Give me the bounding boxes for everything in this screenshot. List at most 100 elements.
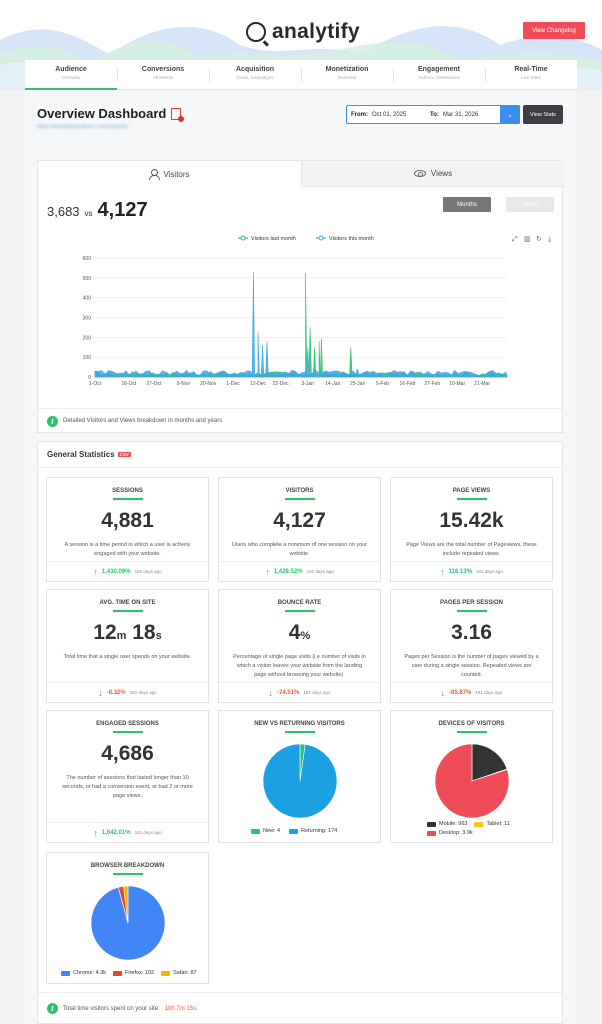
tab-real-time[interactable]: Real-Time Live Stats: [485, 60, 577, 89]
tab-subtitle: Goals, Campaigns: [236, 75, 274, 80]
chart-note: i Detailed Visitors and Views breakdown …: [38, 408, 562, 433]
user-icon: [149, 169, 161, 180]
pie-slice-returning[interactable]: [262, 743, 338, 819]
time-note-value: 10h 7m 15s.: [164, 1005, 198, 1012]
stat-card-bounce-rate: BOUNCE RATE 4% Percentage of single page…: [218, 589, 381, 703]
site-url[interactable]: https://analytifywpdemo.com/analytify: [37, 124, 128, 130]
x-tick-label: 21-Mar: [474, 381, 490, 387]
info-icon: i: [47, 1003, 58, 1014]
arrow-up-icon: ↑: [440, 566, 445, 577]
date-range-picker[interactable]: From: Oct 01, 2025 To: Mar 31, 2026: [346, 105, 520, 124]
general-statistics-card: General Statistics CSV SESSIONS 4,881 A …: [37, 441, 563, 1024]
stat-card-devices: DEVICES OF VISITORS Mobile: 963 Tablet: …: [390, 710, 553, 843]
chevron-down-icon[interactable]: ⌄: [500, 105, 520, 124]
legend-swatch: [61, 970, 70, 976]
arrow-up-icon: ↑: [93, 827, 98, 838]
to-date[interactable]: Mar 31, 2026: [443, 112, 478, 118]
pdf-export-icon[interactable]: [171, 107, 185, 122]
stat-period: 181 days ago: [134, 569, 162, 574]
arrow-down-icon: ↓: [98, 687, 103, 698]
arrow-down-icon: ↓: [268, 687, 274, 698]
view-changelog-button[interactable]: View Changelog: [523, 22, 585, 39]
stat-value: 4,127: [273, 509, 326, 532]
view-stats-button[interactable]: View Stats: [523, 105, 563, 124]
chart-legend: Visitors last month Visitors this month: [238, 235, 374, 242]
general-statistics-title: General Statistics: [47, 450, 115, 459]
stat-label: DEVICES OF VISITORS: [438, 721, 505, 727]
chart-series: [94, 271, 508, 378]
tab-acquisition[interactable]: Acquisition Goals, Campaigns: [209, 60, 301, 89]
x-tick-label: 1-Oct: [89, 381, 102, 387]
refresh-icon[interactable]: ↻: [536, 236, 542, 243]
legend-label[interactable]: Visitors last month: [251, 236, 296, 242]
bar-chart-icon[interactable]: ▥: [524, 236, 531, 243]
download-icon[interactable]: ⤓: [548, 236, 551, 243]
legend-mobile: Mobile: 963: [439, 821, 468, 827]
legend-label[interactable]: Visitors this month: [329, 236, 374, 242]
stat-card-pages-per-session: PAGES PER SESSION 3.16 Pages per Session…: [390, 589, 553, 703]
stat-label: AVG. TIME ON SITE: [99, 600, 156, 606]
tab-subtitle: Overview: [61, 75, 81, 80]
legend-swatch: [251, 828, 260, 834]
tab-subtitle: Authors, Dimensions: [418, 75, 460, 80]
y-tick-label: 400: [83, 296, 92, 302]
info-icon: i: [47, 415, 58, 427]
tab-conversions[interactable]: Conversions All Events: [117, 60, 209, 89]
from-label: From:: [351, 111, 368, 118]
visitors-chart-card: Visitors Views 3,683 vs 4,127 Months Yea…: [37, 160, 564, 433]
tab-monetization[interactable]: Monetization Overview: [301, 60, 393, 89]
tab-subtitle: Overview: [337, 75, 357, 80]
nav-tabs: Audience Overview Conversions All Events A…: [25, 60, 577, 90]
chart-note-text: Detailed Visitors and Views breakdown in…: [63, 418, 223, 424]
zoom-icon[interactable]: ⤢: [512, 236, 518, 243]
arrow-up-icon: ↑: [265, 566, 270, 577]
tab-title: Acquisition: [235, 66, 275, 73]
y-tick-label: 100: [83, 355, 92, 361]
stat-change: -8.32%: [106, 689, 126, 696]
legend-dot: [318, 235, 324, 241]
logo[interactable]: analytify: [246, 20, 360, 44]
stat-label: BOUNCE RATE: [277, 600, 322, 606]
x-tick-label: 14-Jan: [325, 381, 341, 387]
tab-audience[interactable]: Audience Overview: [25, 60, 117, 90]
y-tick-label: 500: [83, 276, 92, 282]
stat-change: 116.13%: [448, 568, 472, 575]
legend-tablet: Tablet: 11: [486, 821, 510, 827]
years-button[interactable]: Years: [506, 197, 554, 212]
stat-period: 181 days ago: [134, 830, 162, 835]
from-date[interactable]: Oct 01, 2025: [372, 112, 430, 118]
csv-export-button[interactable]: CSV: [117, 452, 131, 457]
stat-unit-minutes: m: [116, 630, 127, 642]
tab-views-label: Views: [430, 169, 453, 178]
stat-change: -74.51%: [277, 689, 300, 696]
legend-firefox: Firefox: 102: [125, 970, 155, 976]
tab-engagement[interactable]: Engagement Authors, Dimensions: [393, 60, 485, 89]
stat-footer: ↑ 1,428.52% 181 days ago: [219, 561, 380, 581]
visitors-comparison: 3,683 vs 4,127: [47, 199, 148, 222]
stat-footer: ↓ -85.87% 181 days ago: [391, 682, 552, 702]
tab-visitors[interactable]: Visitors: [38, 161, 301, 187]
months-button[interactable]: Months: [443, 197, 491, 212]
tab-title: Audience: [55, 66, 87, 73]
stat-value: 4,881: [101, 509, 154, 532]
chart-toolbar: ⤢ ▥ ↻ ⤓: [512, 236, 551, 243]
stat-label: PAGE VIEWS: [452, 488, 491, 494]
stat-value: 4%: [219, 621, 380, 645]
stat-footer: ↑ 1,642.01% 181 days ago: [47, 822, 208, 842]
legend-swatch: [427, 821, 436, 827]
stat-card-engaged-sessions: ENGAGED SESSIONS 4,686 The number of ses…: [46, 710, 209, 843]
tab-subtitle: All Events: [152, 75, 173, 80]
stat-value: 4,686: [101, 742, 154, 765]
legend-swatch: [161, 970, 171, 976]
x-tick-label: 5-Feb: [376, 381, 389, 387]
tab-views[interactable]: Views: [301, 161, 564, 187]
stat-period: 181 days ago: [306, 569, 334, 574]
pie-legend: Mobile: 963 Tablet: 11: [427, 821, 510, 827]
x-tick-label: 1-Dec: [226, 381, 240, 387]
series-area-last-month: [94, 272, 508, 378]
stat-footer: ↓ -74.51% 181 days ago: [219, 682, 380, 702]
eye-icon: [413, 170, 426, 177]
y-tick-label: 600: [83, 256, 92, 262]
time-note-text: Total time visitors spent on your site:: [63, 1005, 160, 1012]
stat-change: 1,430.09%: [101, 568, 131, 575]
